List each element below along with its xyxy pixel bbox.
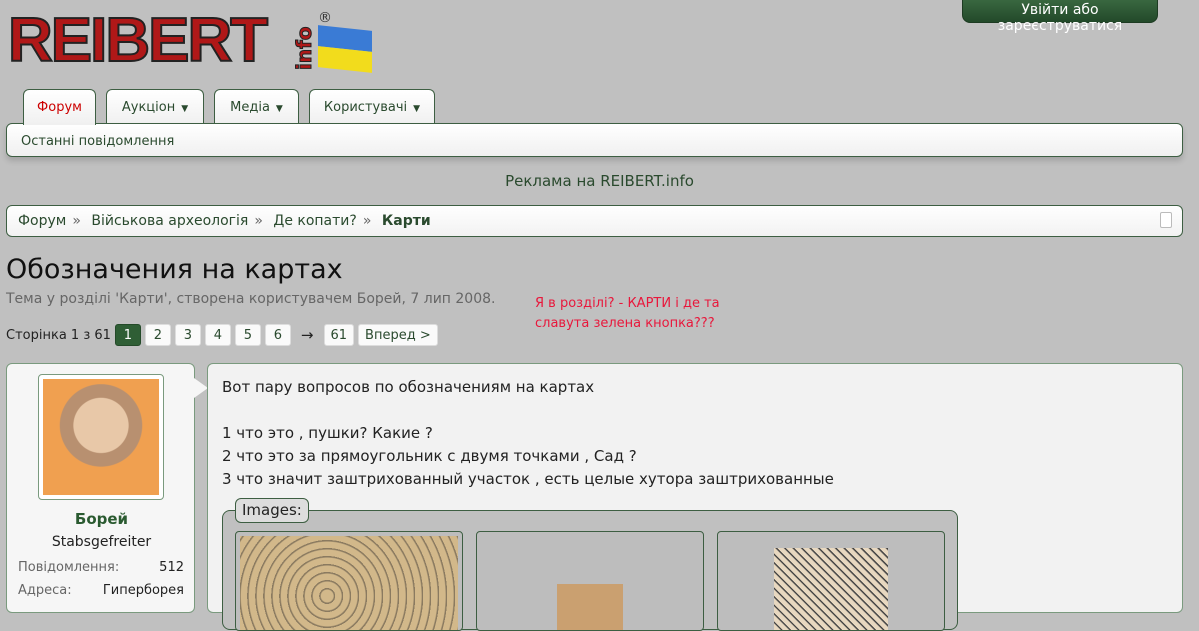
crumb-where-to-dig[interactable]: Де копати? [273,213,356,229]
stat-value: Гиперборея [102,583,184,598]
tab-label: Медіа [230,100,270,115]
user-info: Борей Stabsgefreiter Повідомлення: 512 Ад… [6,363,195,613]
post-line: 2 что это за прямоугольник с двумя точка… [222,447,637,465]
note-line: славута зелена кнопка??? [535,316,715,331]
page-last[interactable]: 61 [323,324,355,346]
stat-location: Адреса: Гиперборея [18,583,184,598]
page-icon[interactable] [1160,212,1172,228]
registered-mark: ® [318,10,332,26]
crumb-military-archaeology[interactable]: Військова археологія [91,213,248,229]
tab-media[interactable]: Медіа ▼ [214,89,299,124]
page-label: Сторінка 1 з 61 [6,327,111,343]
tab-label: Аукціон [121,100,176,115]
page-6[interactable]: 6 [264,324,291,346]
breadcrumb: Форум» Військова археологія» Де копати?»… [6,205,1183,237]
image-thumb[interactable] [235,531,463,631]
stat-label: Адреса: [18,583,72,598]
tab-forum[interactable]: Форум [23,89,96,125]
recent-posts-link[interactable]: Останні повідомлення [21,134,174,149]
page-4[interactable]: 4 [204,324,231,346]
pagination: Сторінка 1 з 61 1 2 3 4 5 6 → 61 Вперед … [6,324,438,346]
post-line: 3 что значит заштрихованный участок , ес… [222,470,834,488]
thread-meta: Тема у розділі 'Карти', створена користу… [6,291,496,307]
login-button[interactable]: Увійти або зареєструватися [962,0,1158,34]
stat-posts: Повідомлення: 512 [18,560,184,575]
user-rank: Stabsgefreiter [51,534,152,550]
tab-label: Форум [37,100,82,115]
arrow-right-icon: → [300,326,314,344]
page-3[interactable]: 3 [174,324,201,346]
tab-users[interactable]: Користувачі ▼ [309,89,435,124]
username[interactable]: Борей [7,510,196,528]
chevron-down-icon: ▼ [275,104,283,114]
annotation-note: Я в розділі? - КАРТИ і де та славута зеле… [535,294,720,334]
post-line: 1 что это , пушки? Какие ? [222,424,433,442]
avatar[interactable] [38,374,164,500]
next-page-button[interactable]: Вперед > [358,324,438,346]
stat-value: 512 [159,560,184,575]
images-legend: Images: [235,498,309,523]
chevron-down-icon: ▼ [181,104,189,114]
crumb-maps[interactable]: Карти [382,213,431,229]
page-2[interactable]: 2 [144,324,171,346]
tab-label: Користувачі [323,100,408,115]
page-title: Обозначения на картах [6,254,343,285]
subnav-bar: Останні повідомлення [6,123,1183,157]
tab-auction[interactable]: Аукціон ▼ [106,89,204,124]
post-body: Вот пару вопросов по обозначениям на кар… [207,363,1183,631]
post-line: Вот пару вопросов по обозначениям на кар… [222,378,595,396]
crumb-forum[interactable]: Форум [18,213,66,229]
logo[interactable]: REIBERT [7,9,269,73]
chevron-down-icon: ▼ [413,104,421,114]
post-pointer [194,378,208,398]
note-line: Я в розділі? - КАРТИ і де та [535,296,720,311]
image-thumb[interactable] [717,531,945,631]
page-5[interactable]: 5 [234,324,261,346]
ad-link[interactable]: Реклама на REIBERT.info [0,172,1199,190]
stat-label: Повідомлення: [18,560,120,575]
image-thumb[interactable] [476,531,704,631]
logo-suffix: info [292,26,317,71]
image-gallery: Images: [222,498,958,631]
ukraine-flag-icon [318,25,372,73]
page-1[interactable]: 1 [114,324,141,346]
